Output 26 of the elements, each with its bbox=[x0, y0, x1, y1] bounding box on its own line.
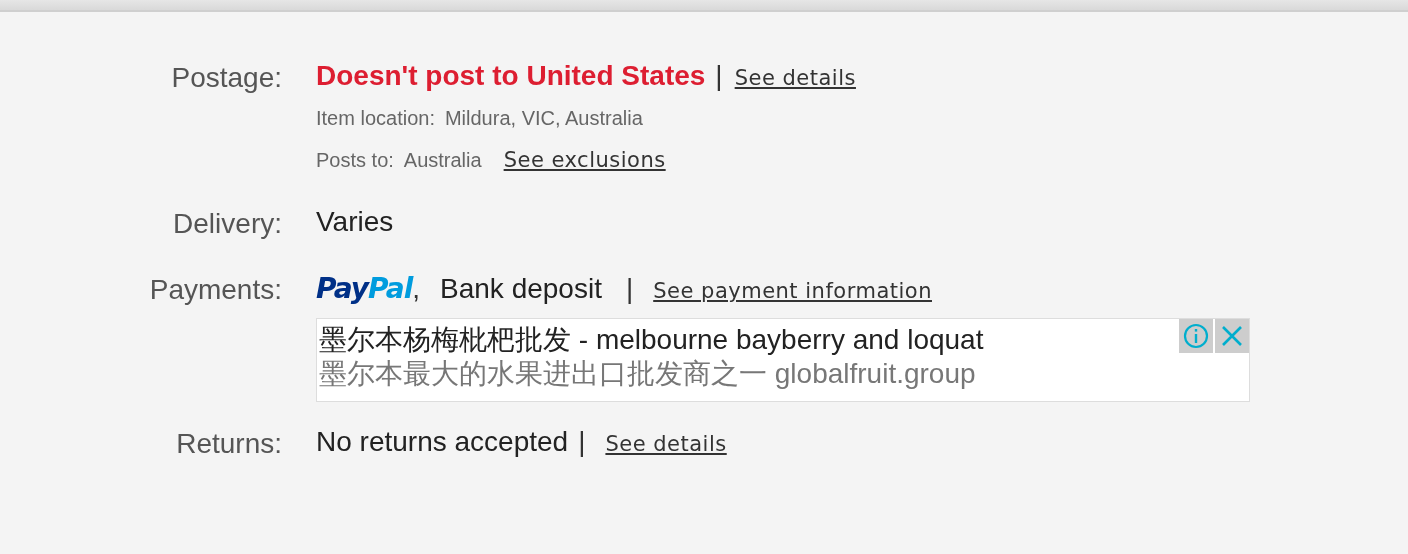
info-button[interactable] bbox=[1179, 319, 1213, 353]
detail-label: Item location: bbox=[316, 106, 435, 130]
field-label: Postage: bbox=[170, 61, 282, 95]
field-label: Delivery: bbox=[172, 207, 282, 241]
delivery-value: Varies bbox=[316, 206, 394, 238]
separator: | bbox=[578, 426, 586, 458]
see-details-link[interactable]: See details bbox=[734, 66, 856, 90]
field-label: Returns: bbox=[175, 427, 282, 461]
info-icon bbox=[1183, 323, 1209, 349]
detail-value: Australia bbox=[403, 148, 482, 172]
paypal-logo: PayPal bbox=[316, 272, 413, 305]
payment-info-link[interactable]: See payment information bbox=[653, 279, 932, 303]
postage-status: Doesn't post to United States bbox=[316, 60, 706, 92]
detail-value: Mildura, VIC, Australia bbox=[444, 106, 643, 130]
field-label: Payments: bbox=[148, 273, 282, 307]
see-details-link[interactable]: See details bbox=[605, 432, 727, 456]
separator: | bbox=[715, 60, 723, 92]
close-button[interactable] bbox=[1215, 319, 1249, 353]
payment-method: Bank deposit bbox=[440, 273, 602, 305]
separator: | bbox=[625, 273, 634, 305]
ad-description[interactable]: 墨尔本最大的水果进出口批发商之一 globalfruit.group bbox=[319, 357, 984, 391]
ad-headline[interactable]: 墨尔本杨梅枇杷批发 - melbourne bayberry and loquat bbox=[319, 323, 984, 357]
returns-value: No returns accepted bbox=[316, 426, 569, 458]
see-exclusions-link[interactable]: See exclusions bbox=[503, 148, 666, 172]
ad-banner[interactable]: 墨尔本杨梅枇杷批发 - melbourne bayberry and loquat 墨尔本最大的水果进出口批发商之一 globalfruit.group bbox=[316, 318, 1250, 402]
detail-label: Posts to: bbox=[316, 148, 394, 172]
